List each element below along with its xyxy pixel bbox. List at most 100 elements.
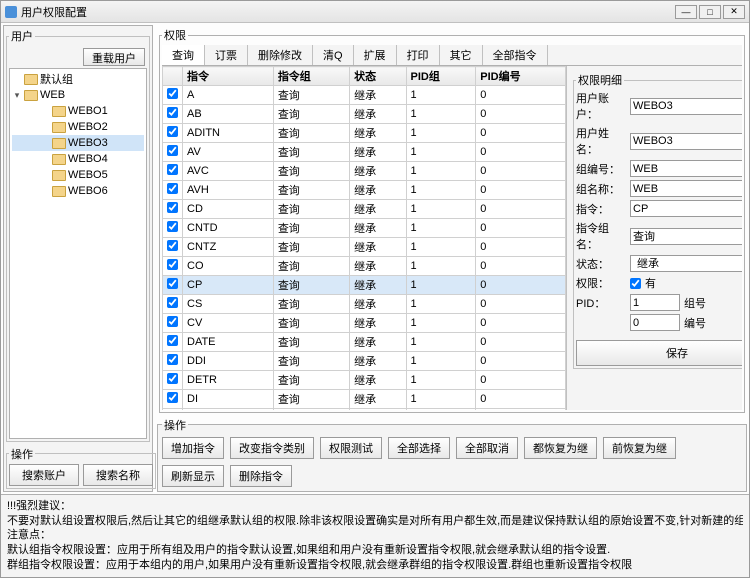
label-cmd: 指令： xyxy=(576,201,626,217)
row-checkbox[interactable] xyxy=(167,183,178,194)
row-checkbox[interactable] xyxy=(167,107,178,118)
table-row[interactable]: CNTZ查询继承10 xyxy=(163,238,566,257)
table-row[interactable]: DETR查询继承10 xyxy=(163,371,566,390)
column-header[interactable]: 指令组 xyxy=(273,67,349,86)
table-row[interactable]: A查询继承10 xyxy=(163,86,566,105)
groupname-field[interactable] xyxy=(630,180,742,197)
footer-notes: !!!强烈建议： 不要对默认组设置权限后,然后让其它的组继承默认组的权限.除非该… xyxy=(1,494,749,577)
tree-user[interactable]: WEBO1 xyxy=(12,103,144,119)
tree-user[interactable]: WEBO3 xyxy=(12,135,144,151)
folder-icon xyxy=(52,138,66,149)
maximize-button[interactable]: □ xyxy=(699,5,721,19)
account-field[interactable] xyxy=(630,98,742,115)
row-checkbox[interactable] xyxy=(167,88,178,99)
row-checkbox[interactable] xyxy=(167,221,178,232)
table-row[interactable]: CD查询继承10 xyxy=(163,200,566,219)
detail-title: 权限明细 xyxy=(576,72,624,88)
perm-tab[interactable]: 删除修改 xyxy=(248,45,313,65)
op-button[interactable]: 权限测试 xyxy=(320,437,382,459)
state-select[interactable]: 继承 xyxy=(630,255,742,272)
tree-user[interactable]: WEBO5 xyxy=(12,167,144,183)
column-header[interactable]: PID组 xyxy=(406,67,476,86)
table-row[interactable]: CNTD查询继承10 xyxy=(163,219,566,238)
table-row[interactable]: AVH查询继承10 xyxy=(163,181,566,200)
table-row[interactable]: CP查询继承10 xyxy=(163,276,566,295)
footer-line: 默认组指令权限设置：应用于所有组及用户的指令默认设置,如果组和用户没有重新设置指… xyxy=(7,543,743,558)
tree-user[interactable]: WEBO2 xyxy=(12,119,144,135)
perm-fieldset: 权限 查询订票删除修改清Q扩展打印其它全部指令 指令指令组状态PID组PID编号… xyxy=(159,27,745,413)
row-checkbox[interactable] xyxy=(167,354,178,365)
reload-users-button[interactable]: 重载用户 xyxy=(83,48,145,66)
perm-tab[interactable]: 查询 xyxy=(162,45,205,65)
tree-group[interactable]: ▾WEB xyxy=(12,87,144,103)
row-checkbox[interactable] xyxy=(167,316,178,327)
cmd-field[interactable] xyxy=(630,200,742,217)
table-row[interactable]: AV查询继承10 xyxy=(163,143,566,162)
row-checkbox[interactable] xyxy=(167,278,178,289)
pid-field[interactable] xyxy=(630,294,680,311)
table-row[interactable]: CO查询继承10 xyxy=(163,257,566,276)
table-row[interactable]: AB查询继承10 xyxy=(163,105,566,124)
perm-tab[interactable]: 全部指令 xyxy=(483,45,548,65)
column-header[interactable]: 指令 xyxy=(183,67,274,86)
numno-field[interactable] xyxy=(630,314,680,331)
table-row[interactable]: CS查询继承10 xyxy=(163,295,566,314)
op-button[interactable]: 刷新显示 xyxy=(162,465,224,487)
table-row[interactable]: DI查询继承10 xyxy=(163,390,566,409)
user-fieldset: 用户 重载用户 默认组▾WEBWEBO1WEBO2WEBO3WEBO4WEBO5… xyxy=(6,28,150,442)
perm-grid-scroll[interactable]: 指令指令组状态PID组PID编号 A查询继承10AB查询继承10ADITN查询继… xyxy=(162,66,567,410)
table-row[interactable]: DIRECT查询继承10 xyxy=(163,409,566,410)
groupno-field[interactable] xyxy=(630,160,742,177)
perm-checkbox[interactable] xyxy=(630,278,641,289)
row-checkbox[interactable] xyxy=(167,335,178,346)
folder-icon xyxy=(24,74,38,85)
op-button[interactable]: 前恢复为继 xyxy=(603,437,676,459)
footer-line: 群组指令权限设置：应用于本组内的用户,如果用户没有重新设置指令权限,就会继承群组… xyxy=(7,558,743,573)
column-header[interactable]: 状态 xyxy=(350,67,406,86)
perm-table: 指令指令组状态PID组PID编号 A查询继承10AB查询继承10ADITN查询继… xyxy=(162,66,566,410)
op-button[interactable]: 改变指令类别 xyxy=(230,437,314,459)
row-checkbox[interactable] xyxy=(167,373,178,384)
search-account-button[interactable]: 搜索账户 xyxy=(9,464,79,486)
user-tree[interactable]: 默认组▾WEBWEBO1WEBO2WEBO3WEBO4WEBO5WEBO6 xyxy=(9,68,147,439)
row-checkbox[interactable] xyxy=(167,392,178,403)
row-checkbox[interactable] xyxy=(167,202,178,213)
perm-tab[interactable]: 扩展 xyxy=(354,45,397,65)
table-row[interactable]: DATE查询继承10 xyxy=(163,333,566,352)
row-checkbox[interactable] xyxy=(167,297,178,308)
tree-user[interactable]: WEBO4 xyxy=(12,151,144,167)
label-grouphao: 组号 xyxy=(684,295,706,311)
footer-line: !!!强烈建议： xyxy=(7,499,743,514)
op-button[interactable]: 增加指令 xyxy=(162,437,224,459)
row-checkbox[interactable] xyxy=(167,259,178,270)
table-row[interactable]: AVC查询继承10 xyxy=(163,162,566,181)
row-checkbox[interactable] xyxy=(167,240,178,251)
row-checkbox[interactable] xyxy=(167,164,178,175)
minimize-button[interactable]: — xyxy=(675,5,697,19)
close-button[interactable]: ✕ xyxy=(723,5,745,19)
table-row[interactable]: CV查询继承10 xyxy=(163,314,566,333)
column-header[interactable]: PID编号 xyxy=(476,67,566,86)
folder-icon xyxy=(52,170,66,181)
username-field[interactable] xyxy=(630,133,742,150)
table-row[interactable]: DDI查询继承10 xyxy=(163,352,566,371)
row-checkbox[interactable] xyxy=(167,145,178,156)
row-checkbox[interactable] xyxy=(167,126,178,137)
search-name-button[interactable]: 搜索名称 xyxy=(83,464,153,486)
op-button[interactable]: 删除指令 xyxy=(230,465,292,487)
perm-tab[interactable]: 订票 xyxy=(205,45,248,65)
table-row[interactable]: ADITN查询继承10 xyxy=(163,124,566,143)
perm-tab[interactable]: 清Q xyxy=(313,45,354,65)
label-cmdgrp: 指令组名： xyxy=(576,220,626,252)
perm-tab[interactable]: 其它 xyxy=(440,45,483,65)
cmdgrp-field[interactable] xyxy=(630,228,742,245)
tree-user[interactable]: WEBO6 xyxy=(12,183,144,199)
save-button[interactable]: 保存 xyxy=(576,340,742,366)
label-state: 状态： xyxy=(576,256,626,272)
op-button[interactable]: 全部选择 xyxy=(388,437,450,459)
user-panel-title: 用户 xyxy=(9,28,35,44)
tree-group[interactable]: 默认组 xyxy=(12,71,144,87)
perm-tab[interactable]: 打印 xyxy=(397,45,440,65)
op-button[interactable]: 都恢复为继 xyxy=(524,437,597,459)
op-button[interactable]: 全部取消 xyxy=(456,437,518,459)
